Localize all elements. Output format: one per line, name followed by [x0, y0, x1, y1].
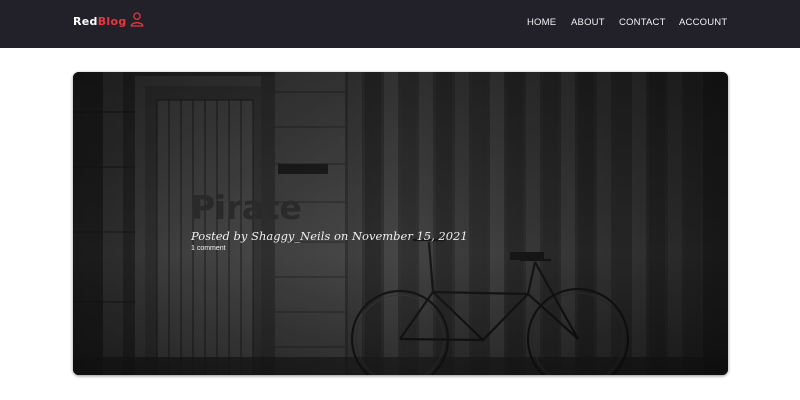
hero-background-image: [73, 72, 728, 375]
nav-contact[interactable]: CONTACT: [619, 17, 666, 28]
navbar: RedBlog HOME ABOUT CONTACT ACCOUNT: [0, 0, 800, 48]
post-hero[interactable]: Pirate Posted by Shaggy_Neils on Novembe…: [73, 72, 728, 375]
nav-account[interactable]: ACCOUNT: [679, 17, 727, 28]
nav-home[interactable]: HOME: [527, 17, 556, 28]
post-date: November 15, 2021: [351, 229, 468, 243]
main-nav: HOME ABOUT CONTACT ACCOUNT: [0, 17, 800, 29]
nav-about[interactable]: ABOUT: [571, 17, 605, 28]
posted-by-label: Posted by: [191, 229, 248, 243]
post-title[interactable]: Pirate: [191, 188, 302, 227]
post-comments-link[interactable]: 1 comment: [191, 245, 226, 252]
post-meta: Posted by Shaggy_Neils on November 15, 2…: [191, 229, 468, 243]
post-author[interactable]: Shaggy_Neils: [251, 229, 330, 243]
